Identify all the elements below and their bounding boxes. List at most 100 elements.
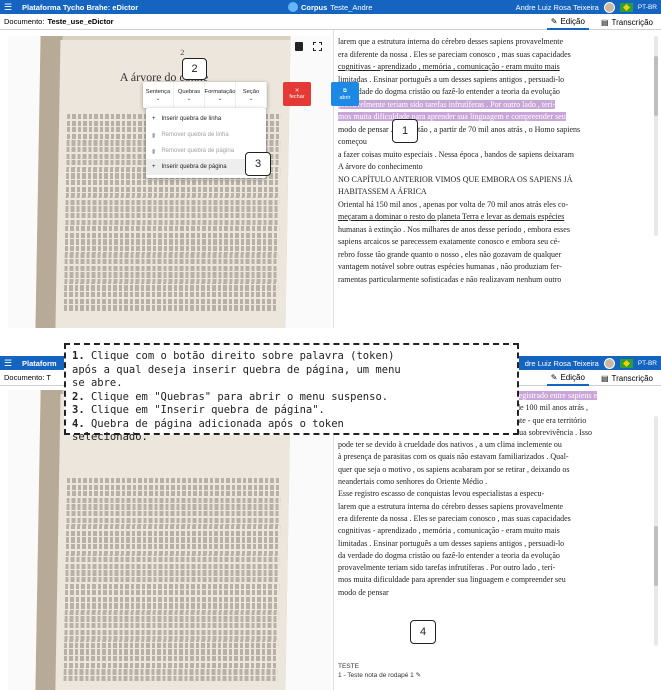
transcription-text-pane[interactable]: larem que a estrutura interna do cérebro… xyxy=(338,36,651,328)
instruction-number: 1. xyxy=(72,350,85,362)
text-line[interactable]: da verdade do dogma cristão ou fazê-lo e… xyxy=(338,86,651,99)
text-line[interactable]: à presença de parasitas com os quais não… xyxy=(338,451,651,463)
text-line[interactable]: Oriental há 150 mil anos , apenas por vo… xyxy=(338,199,651,212)
language-label[interactable]: PT-BR xyxy=(638,4,657,11)
tab-edicao[interactable]: ✎ Edição xyxy=(546,14,589,30)
language-label[interactable]: PT-BR xyxy=(638,360,657,367)
text-scrollbar[interactable] xyxy=(654,36,658,236)
brazil-flag-icon[interactable] xyxy=(619,358,633,368)
footnote-text: 1 - Teste nota de rodapé 1 xyxy=(338,672,414,679)
text-line[interactable]: ramentas particularmente sofisticadas e … xyxy=(338,274,651,287)
close-button[interactable]: ✕ fechar xyxy=(283,82,311,106)
instruction-line: se abre. xyxy=(72,377,511,391)
brazil-flag-icon[interactable] xyxy=(619,2,633,12)
text-line-content[interactable]: cognitivas - aprendizado , memória , com… xyxy=(338,62,560,71)
tab-transcricao[interactable]: ▤ Transcrição xyxy=(597,370,657,386)
text-line[interactable]: vantagem notável sobre outras espécies h… xyxy=(338,261,651,274)
callout-3: 3 xyxy=(245,152,271,176)
page-photo[interactable]: 2 A árvore do conhe xyxy=(35,36,291,328)
open-button[interactable]: ⧉ abrir xyxy=(331,82,359,106)
chevron-down-icon: ⌄ xyxy=(248,95,254,102)
plus-icon: + xyxy=(152,164,156,170)
fullscreen-icon[interactable] xyxy=(313,42,322,51)
insert-line-break-item[interactable]: + Inserir quebra de linha xyxy=(146,111,266,127)
text-line[interactable]: mos muita dificuldade para aprender sua … xyxy=(338,111,651,124)
edit-icon[interactable]: ✎ xyxy=(416,672,421,679)
selected-text[interactable]: mos muita dificuldade para aprender sua … xyxy=(338,112,566,121)
text-line[interactable]: HABITASSEM A ÁFRICA xyxy=(338,186,651,199)
tab-edicao-label: Edição xyxy=(560,372,585,382)
trash-icon: ▮ xyxy=(152,148,156,155)
menu-item-label: Inserir quebra de página xyxy=(161,164,227,170)
text-line[interactable]: sapiens arcaicos se parecessem exatament… xyxy=(338,236,651,249)
corpus-label: Corpus xyxy=(301,2,328,12)
instruction-text: Quebra de página adicionada após o token xyxy=(84,417,344,430)
text-line[interactable]: quer que seja o motivo , os sapiens acab… xyxy=(338,464,651,476)
scrollbar-thumb[interactable] xyxy=(654,526,658,586)
instruction-line: após a qual deseja inserir quebra de pág… xyxy=(72,364,511,378)
text-line[interactable]: era diferente da nossa . Eles se parecia… xyxy=(338,49,651,62)
pane-divider[interactable] xyxy=(333,30,334,328)
transcription-icon: ▤ xyxy=(600,17,609,27)
text-scrollbar[interactable] xyxy=(654,416,658,646)
text-line[interactable]: modo de pensar xyxy=(338,587,651,599)
text-line[interactable]: provavelmente teriam sido tarefas infrut… xyxy=(338,562,651,574)
text-line[interactable]: começou xyxy=(338,136,651,149)
view-tabs: ✎ Edição ▤ Transcrição xyxy=(546,370,657,386)
text-line[interactable]: neandertais como senhores do Oriente Méd… xyxy=(338,476,651,488)
section-button[interactable]: Seção ⌄ xyxy=(236,82,267,108)
text-line[interactable]: a fazer coisas muito especiais . Nessa é… xyxy=(338,149,651,162)
text-line[interactable]: cognitivas - aprendizado , memória , com… xyxy=(338,61,651,74)
text-line[interactable]: humanas à extinção . Nos milhares de ano… xyxy=(338,224,651,237)
text-line[interactable]: cognitivas - aprendizado , memória , com… xyxy=(338,525,651,537)
text-line[interactable]: limitadas . Ensinar português a um desse… xyxy=(338,538,651,550)
text-line[interactable]: Esse registro escasso de conquistas levo… xyxy=(338,488,651,500)
instruction-number: 4. xyxy=(72,417,85,430)
formatting-button[interactable]: Formatação ⌄ xyxy=(205,82,236,108)
sentence-button[interactable]: Sentença ⌄ xyxy=(143,82,174,108)
text-line[interactable]: da verdade do dogma cristão ou fazê-lo e… xyxy=(338,550,651,562)
selected-text[interactable]: provavelmente teriam sido tarefas infrut… xyxy=(338,99,556,109)
close-label: fechar xyxy=(289,94,305,100)
text-line[interactable]: larem que a estrutura interna do cérebro… xyxy=(338,36,651,49)
avatar[interactable] xyxy=(603,1,615,13)
page-number: 2 xyxy=(180,48,185,57)
text-line[interactable]: era diferente da nossa . Eles se parecia… xyxy=(338,513,651,525)
text-line[interactable]: larem que a estrutura interna do cérebro… xyxy=(338,501,651,513)
text-line[interactable]: limitadas . Ensinar português a um desse… xyxy=(338,74,651,87)
trash-icon[interactable] xyxy=(295,42,303,51)
instruction-text: Clique em "Inserir quebra de página". xyxy=(84,404,325,416)
avatar[interactable] xyxy=(603,357,615,369)
screenshot-step-1: ☰ Plataforma Tycho Brahe: eDictor Corpus… xyxy=(0,0,661,328)
instruction-line: selecionado. xyxy=(72,431,511,445)
breaks-button[interactable]: Quebras ⌄ xyxy=(174,82,205,108)
tab-transcricao-label: Transcrição xyxy=(611,17,654,27)
text-line[interactable]: mos muita dificuldade para aprender sua … xyxy=(338,574,651,586)
selected-text[interactable]: registrado entre sapiens e xyxy=(516,391,598,400)
edit-icon: ✎ xyxy=(550,372,558,382)
chevron-down-icon: ⌄ xyxy=(217,95,223,102)
open-label: abrir xyxy=(339,94,351,101)
text-line[interactable]: rebro fosse tão grande quanto o nosso , … xyxy=(338,249,651,262)
text-line[interactable]: A árvore do conhecimento xyxy=(338,161,651,174)
menu-item-label: Remover quebra de página xyxy=(161,148,235,154)
hamburger-menu-icon[interactable]: ☰ xyxy=(4,358,14,369)
tab-transcricao[interactable]: ▤ Transcrição xyxy=(597,14,657,30)
text-line[interactable]: provavelmente teriam sido tarefas infrut… xyxy=(338,99,651,112)
corpus-name: Teste_Andre xyxy=(330,2,373,12)
text-line-content[interactable]: meçaram a dominar o resto do planeta Ter… xyxy=(338,212,564,221)
remove-line-break-item[interactable]: ▮ Remover quebra de linha xyxy=(146,127,266,143)
tab-edicao[interactable]: ✎ Edição xyxy=(546,370,589,386)
user-name: dre Luiz Rosa Teixeira xyxy=(524,358,599,368)
text-line[interactable]: modo de pensar . Mas então , a partir de… xyxy=(338,124,651,137)
hamburger-menu-icon[interactable]: ☰ xyxy=(4,2,14,13)
footnote-entry[interactable]: 1 - Teste nota de rodapé 1 ✎ xyxy=(338,671,421,680)
document-label: Documento: xyxy=(4,17,45,26)
scrollbar-thumb[interactable] xyxy=(654,56,658,116)
text-line[interactable]: meçaram a dominar o resto do planeta Ter… xyxy=(338,211,651,224)
scanned-text-lines xyxy=(63,478,282,682)
instruction-text: após a qual deseja inserir quebra de pág… xyxy=(72,363,401,376)
tab-edicao-label: Edição xyxy=(560,16,585,26)
callout-2: 2 xyxy=(182,58,207,80)
text-line[interactable]: NO CAPÍTULO ANTERIOR VIMOS QUE EMBORA OS… xyxy=(338,174,651,187)
